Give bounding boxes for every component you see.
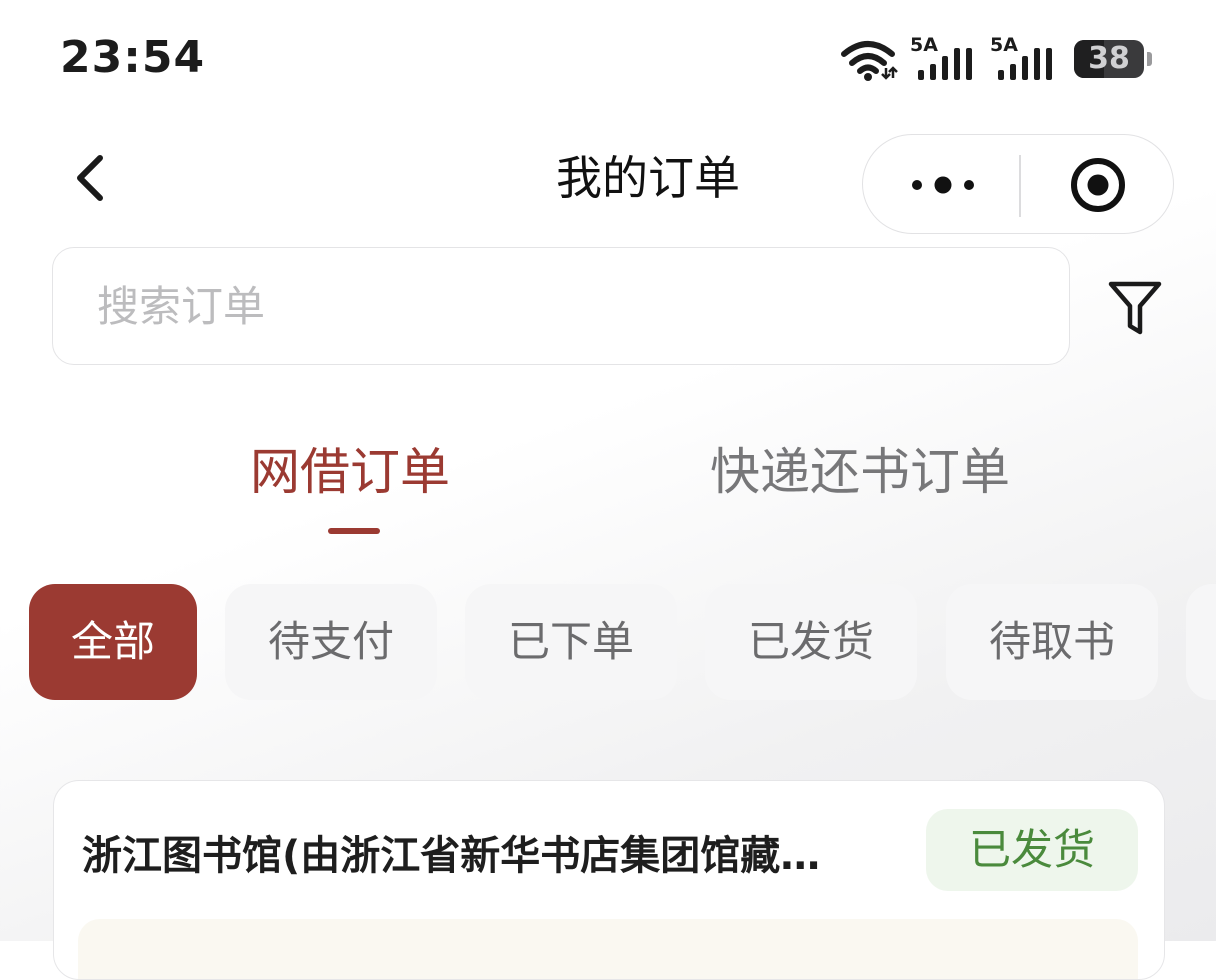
battery-cap	[1147, 52, 1152, 66]
signal-icon-2	[998, 48, 1052, 80]
back-button[interactable]	[66, 148, 126, 208]
chip-more-partial[interactable]	[1186, 584, 1216, 700]
capsule-divider	[1019, 155, 1021, 217]
chip-pending-payment[interactable]: 待支付	[225, 584, 437, 700]
miniprogram-capsule	[862, 134, 1174, 234]
search-input[interactable]	[95, 248, 1039, 365]
chip-ordered[interactable]: 已下单	[465, 584, 677, 700]
wifi-icon	[841, 41, 898, 81]
signal-icon	[918, 48, 972, 80]
more-dots-icon	[912, 176, 974, 194]
order-card[interactable]: 浙江图书馆(由浙江省新华书店集团馆藏… 已发货	[53, 780, 1165, 980]
chip-all[interactable]: 全部	[29, 584, 197, 700]
status-time: 23:54	[60, 32, 206, 83]
more-button[interactable]	[893, 145, 993, 225]
status-icons: 5A 5A 38	[838, 34, 1158, 86]
battery-level: 38	[1088, 41, 1130, 76]
order-library-name: 浙江图书馆(由浙江省新华书店集团馆藏…	[82, 833, 821, 879]
battery-icon: 38	[1074, 40, 1144, 78]
search-box	[52, 247, 1070, 365]
page-title: 我的订单	[556, 151, 740, 205]
tab-express-return[interactable]: 快递还书订单	[710, 432, 1010, 504]
filter-icon	[1108, 281, 1162, 335]
order-detail-panel	[78, 919, 1138, 979]
tab-active-indicator	[328, 528, 380, 534]
chevron-left-icon	[77, 155, 103, 201]
filter-button[interactable]	[1104, 278, 1166, 340]
chip-shipped[interactable]: 已发货	[705, 584, 917, 700]
status-badge: 已发货	[926, 809, 1138, 891]
tab-online-borrow[interactable]: 网借订单	[250, 432, 450, 504]
chip-pickup[interactable]: 待取书	[946, 584, 1158, 700]
target-icon	[1071, 158, 1125, 212]
close-miniprogram-button[interactable]	[1053, 145, 1143, 225]
